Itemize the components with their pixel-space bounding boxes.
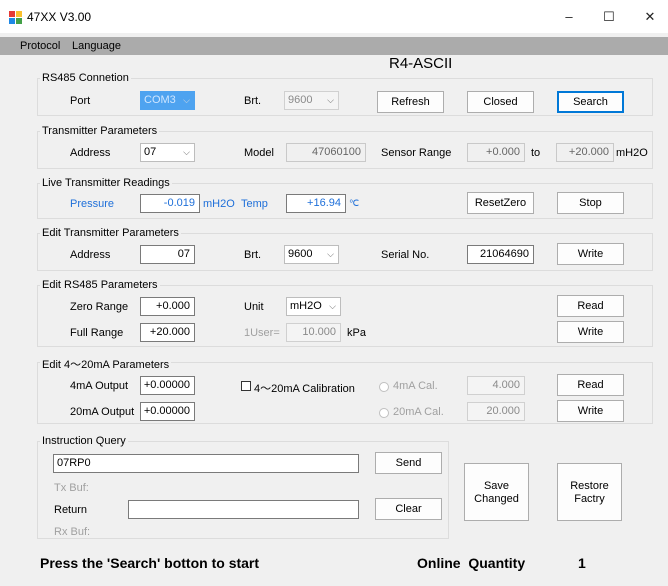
return-field[interactable] [128, 500, 359, 519]
save-changed-button[interactable]: Save Changed [464, 463, 529, 521]
unit-label: Unit [244, 301, 264, 313]
restore-factry-line1: Restore [570, 480, 609, 492]
pressure-label: Pressure [70, 198, 115, 210]
sensor-range-max: +20.000 [556, 143, 614, 162]
port-select[interactable]: COM3 ⌵ [140, 91, 195, 110]
unit-select[interactable]: mH2O ⌵ [286, 297, 341, 316]
rx-buf-label: Rx Buf: [54, 526, 91, 538]
stop-button[interactable]: Stop [557, 192, 624, 214]
write-ma-button[interactable]: Write [557, 400, 624, 422]
chevron-down-icon: ⌵ [183, 95, 190, 105]
4ma-cal-field: 4.000 [467, 376, 525, 395]
20ma-output-label: 20mA Output [70, 406, 135, 418]
app-icon [9, 11, 22, 24]
user-unit: kPa [347, 327, 366, 339]
address-label: Address [70, 147, 111, 159]
write-transmitter-button[interactable]: Write [557, 243, 624, 265]
rs485-connection-legend: RS485 Connetion [40, 72, 131, 84]
sensor-range-unit: mH2O [616, 147, 648, 159]
full-range-field[interactable]: +20.000 [140, 323, 195, 342]
zero-range-field[interactable]: +0.000 [140, 297, 195, 316]
model-field: 47060100 [286, 143, 366, 162]
save-changed-line1: Save [483, 480, 510, 492]
online-quantity-value: 1 [578, 555, 586, 571]
edit-ma-legend: Edit 4～20mA Parameters [40, 356, 172, 372]
to-label: to [531, 147, 541, 159]
menu-protocol[interactable]: Protocol [20, 40, 60, 52]
4ma-output-field[interactable]: +0.00000 [140, 376, 195, 395]
online-quantity-label: Online Quantity [417, 555, 526, 571]
unit-value: mH2O [290, 300, 322, 312]
sensor-range-label: Sensor Range [381, 147, 452, 159]
menu-language[interactable]: Language [72, 40, 121, 52]
port-value: COM3 [144, 94, 176, 106]
mode-label: R4-ASCII [389, 55, 453, 72]
zero-range-label: Zero Range [70, 301, 129, 313]
read-rs485-button[interactable]: Read [557, 295, 624, 317]
transmitter-parameters-legend: Transmitter Parameters [40, 125, 160, 137]
pressure-unit: mH2O [203, 198, 235, 210]
reset-zero-button[interactable]: ResetZero [467, 192, 534, 214]
temp-label: Temp [241, 198, 268, 210]
status-message: Press the 'Search' botton to start [40, 555, 260, 571]
chevron-down-icon: ⌵ [327, 249, 334, 259]
instruction-query-legend: Instruction Query [40, 435, 128, 447]
sensor-range-min: +0.000 [467, 143, 525, 162]
chevron-down-icon: ⌵ [329, 301, 336, 311]
4ma-cal-label: 4mA Cal. [393, 380, 438, 392]
20ma-cal-label: 20mA Cal. [393, 406, 444, 418]
brt-select[interactable]: 9600 ⌵ [284, 91, 339, 110]
20ma-output-field[interactable]: +0.00000 [140, 402, 195, 421]
brt-value: 9600 [288, 94, 313, 106]
close-button[interactable]: ✕ [627, 6, 668, 28]
search-button[interactable]: Search [557, 91, 624, 113]
20ma-cal-radio[interactable] [379, 408, 389, 418]
full-range-label: Full Range [70, 327, 124, 339]
user-field: 10.000 [286, 323, 341, 342]
address-value: 07 [144, 146, 157, 158]
restore-factry-line2: Factry [574, 493, 605, 505]
edit-brt-value: 9600 [288, 248, 313, 260]
brt-label: Brt. [244, 95, 262, 107]
maximize-button[interactable]: ☐ [586, 6, 632, 28]
temp-unit: ℃ [349, 198, 360, 208]
edit-address-field[interactable]: 07 [140, 245, 195, 264]
pressure-value: -0.019 [140, 194, 200, 213]
edit-brt-select[interactable]: 9600 ⌵ [284, 245, 339, 264]
chevron-down-icon: ⌵ [327, 95, 334, 105]
return-label: Return [54, 504, 88, 516]
calibration-checkbox[interactable] [241, 381, 251, 391]
address-select[interactable]: 07 ⌵ [140, 143, 195, 162]
4ma-cal-radio[interactable] [379, 382, 389, 392]
refresh-button[interactable]: Refresh [377, 91, 444, 113]
chevron-down-icon: ⌵ [183, 147, 190, 157]
edit-transmitter-legend: Edit Transmitter Parameters [40, 227, 181, 239]
command-input[interactable]: 07RP0 [53, 454, 359, 473]
calibration-label: 4～20mA Calibration [254, 383, 355, 395]
tx-buf-label: Tx Buf: [54, 482, 89, 494]
clear-button[interactable]: Clear [375, 498, 442, 520]
edit-rs485-legend: Edit RS485 Parameters [40, 279, 160, 291]
model-label: Model [244, 147, 274, 159]
save-changed-line2: Changed [474, 493, 519, 505]
serial-field[interactable]: 21064690 [467, 245, 534, 264]
4ma-output-label: 4mA Output [70, 380, 129, 392]
user-label: 1User= [244, 327, 280, 339]
restore-factry-button[interactable]: Restore Factry [557, 463, 622, 521]
closed-button[interactable]: Closed [467, 91, 534, 113]
port-label: Port [70, 95, 91, 107]
live-readings-legend: Live Transmitter Readings [40, 177, 172, 189]
read-ma-button[interactable]: Read [557, 374, 624, 396]
20ma-cal-field: 20.000 [467, 402, 525, 421]
edit-address-label: Address [70, 249, 111, 261]
temp-value: +16.94 [286, 194, 346, 213]
write-rs485-button[interactable]: Write [557, 321, 624, 343]
edit-brt-label: Brt. [244, 249, 262, 261]
send-button[interactable]: Send [375, 452, 442, 474]
serial-label: Serial No. [381, 249, 430, 261]
window-title: 47XX V3.00 [27, 10, 92, 24]
